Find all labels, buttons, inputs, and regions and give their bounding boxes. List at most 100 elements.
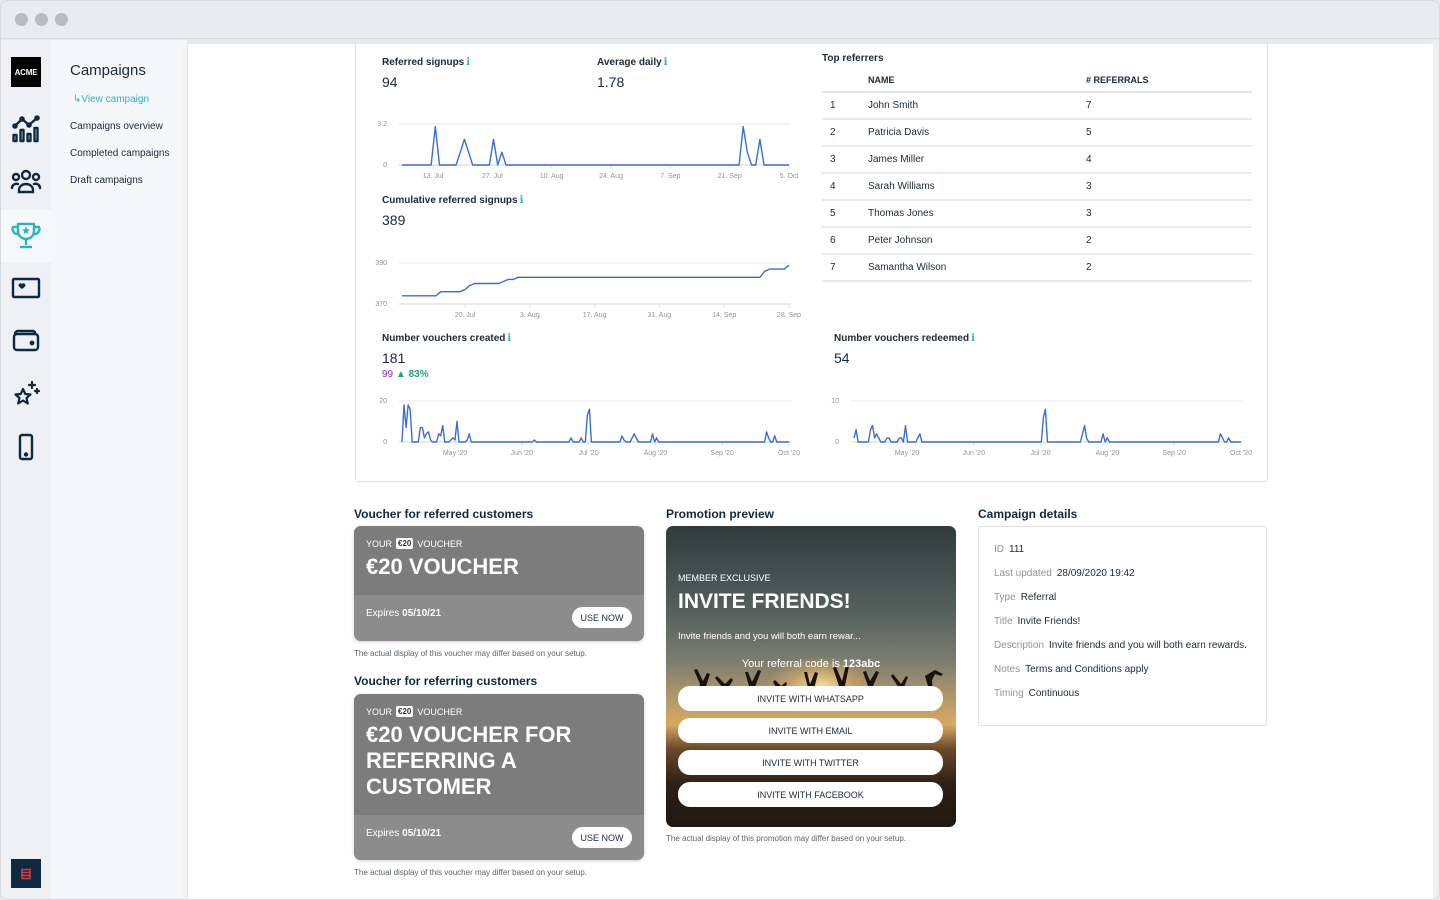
nav-campaigns[interactable] — [1, 210, 51, 262]
referred-signups-label: Referred signups i — [382, 57, 471, 68]
y-tick-label: 3.2 — [377, 121, 387, 128]
series-line — [853, 408, 1241, 443]
nav-rewards[interactable] — [1, 368, 51, 420]
average-daily-label: Average daily i — [597, 57, 668, 68]
x-tick-label: Aug '20 — [1096, 450, 1120, 457]
acme-logo[interactable]: ACME — [11, 57, 41, 87]
info-icon[interactable]: i — [664, 57, 668, 68]
x-tick-label: Sep '20 — [1162, 450, 1186, 457]
referral-code: Your referral code is 123abc — [741, 658, 881, 670]
heart-card-icon — [11, 277, 41, 299]
title-bar — [1, 1, 1439, 39]
page-scrollbar[interactable] — [1433, 40, 1439, 899]
table-row[interactable]: 7 Samantha Wilson 2 — [822, 254, 1252, 282]
voucher-pre-suffix: VOUCHER — [417, 538, 463, 549]
table-row[interactable]: 5 Thomas Jones 3 — [822, 200, 1252, 228]
use-now-button[interactable]: USE NOW — [572, 607, 632, 628]
x-tick-label: 14. Sep — [712, 312, 736, 319]
top-referrers: Top referrers NAME # REFERRALS 1 John Smi… — [822, 53, 1252, 282]
promotion-headline: INVITE FRIENDS! — [678, 590, 851, 613]
x-tick-label: 5. Oct — [780, 173, 799, 180]
nav-analytics[interactable] — [1, 103, 51, 155]
use-now-button[interactable]: USE NOW — [572, 827, 632, 848]
vouchers-created-value: 181 — [382, 350, 406, 366]
name-cell: Peter Johnson — [868, 227, 1086, 255]
rank-cell: 5 — [822, 200, 868, 228]
chat-button[interactable] — [11, 859, 41, 888]
x-tick-label: 28. Sep — [777, 312, 801, 319]
info-icon[interactable]: i — [971, 333, 975, 344]
table-row[interactable]: 2 Patricia Davis 5 — [822, 119, 1252, 147]
nav-cards[interactable] — [1, 262, 51, 314]
referred-signups-chart: 0 3.2 13. Jul 27. Jul 10. Aug 24. Aug 7. Sep 21… — [377, 121, 799, 180]
y-tick-label: 0 — [383, 439, 387, 446]
x-tick-label: Jul '20 — [1031, 450, 1051, 457]
x-tick-label: 3. Aug — [520, 312, 540, 319]
voucher-value-pill: €20 — [396, 538, 414, 549]
voucher-pre-suffix: VOUCHER — [417, 706, 463, 717]
name-cell: Samantha Wilson — [868, 254, 1086, 282]
minimize-window-button[interactable] — [35, 13, 48, 26]
table-row[interactable]: 6 Peter Johnson 2 — [822, 227, 1252, 255]
subnav-title: Campaigns — [70, 62, 146, 79]
detail-value: Invite friends and you will both earn re… — [1049, 640, 1247, 651]
series-line — [402, 125, 789, 166]
detail-key: ID — [994, 544, 1004, 555]
campaigns-subnav: Campaigns ↳View campaign Campaigns overv… — [51, 40, 187, 899]
detail-row: Timing Continuous — [994, 688, 1079, 699]
info-icon[interactable]: i — [507, 333, 511, 344]
nav-wallet[interactable] — [1, 314, 51, 366]
table-row[interactable]: 3 James Miller 4 — [822, 146, 1252, 174]
x-tick-label: May '20 — [895, 450, 919, 457]
rank-cell: 6 — [822, 227, 868, 255]
maximize-window-button[interactable] — [55, 13, 68, 26]
name-cell: Patricia Davis — [868, 119, 1086, 147]
table-row[interactable]: 1 John Smith 7 — [822, 92, 1252, 120]
subnav-campaigns-overview[interactable]: Campaigns overview — [70, 121, 163, 132]
app-window: ACME Campaigns ↳View campaign Campaigns … — [0, 0, 1440, 900]
detail-key: Description — [994, 640, 1045, 651]
rank-cell: 3 — [822, 146, 868, 174]
info-icon[interactable]: i — [466, 57, 470, 68]
detail-row: ID 111 — [994, 544, 1024, 555]
referrals-cell: 5 — [1086, 119, 1252, 147]
cumulative-signups-value: 389 — [382, 212, 406, 228]
col-referrals[interactable]: # REFERRALS — [1086, 75, 1252, 93]
close-window-button[interactable] — [15, 13, 28, 26]
change-percent: 83% — [408, 369, 429, 380]
table-row[interactable]: 4 Sarah Williams 3 — [822, 173, 1252, 201]
subnav-completed-campaigns[interactable]: Completed campaigns — [70, 148, 170, 159]
rank-cell: 7 — [822, 254, 868, 282]
invite-whatsapp-button[interactable]: INVITE WITH WHATSAPP — [678, 686, 943, 711]
top-referrers-title: Top referrers — [822, 53, 884, 64]
detail-row: Type Referral — [994, 592, 1056, 603]
voucher-headline: €20 VOUCHER FOR REFERRING A CUSTOMER — [366, 722, 572, 799]
detail-value: Invite Friends! — [1017, 616, 1081, 627]
invite-email-button[interactable]: INVITE WITH EMAIL — [678, 718, 943, 743]
voucher-pre-label: YOUR — [366, 706, 393, 717]
nav-mobile[interactable] — [1, 421, 51, 473]
voucher-expiry: Expires 05/10/21 — [366, 828, 442, 839]
vouchers-redeemed-label: Number vouchers redeemed i — [834, 333, 975, 344]
voucher-footer: Expires 05/10/21 USE NOW — [354, 815, 644, 860]
promotion-description: Invite friends and you will both earn re… — [678, 631, 861, 642]
col-rank — [822, 75, 868, 93]
nav-customers[interactable] — [1, 156, 51, 208]
y-tick-label: 10 — [831, 398, 839, 405]
x-tick-label: Aug '20 — [644, 450, 668, 457]
invite-facebook-button[interactable]: INVITE WITH FACEBOOK — [678, 782, 943, 807]
subnav-view-campaign[interactable]: ↳View campaign — [73, 94, 149, 105]
x-tick-label: Oct '20 — [1230, 450, 1252, 457]
col-name[interactable]: NAME — [868, 75, 1086, 93]
referrals-cell: 4 — [1086, 146, 1252, 174]
name-cell: John Smith — [868, 92, 1086, 120]
invite-twitter-button[interactable]: INVITE WITH TWITTER — [678, 750, 943, 775]
users-icon — [10, 169, 42, 194]
subnav-draft-campaigns[interactable]: Draft campaigns — [70, 175, 143, 186]
cumulative-signups-label: Cumulative referred signups i — [382, 195, 524, 206]
referrals-cell: 3 — [1086, 200, 1252, 228]
promotion-preview-card: MEMBER EXCLUSIVE INVITE FRIENDS! Invite … — [666, 526, 956, 827]
vouchers-created-delta: 99 ▲ 83% — [382, 369, 429, 380]
previous-period-value: 99 — [382, 369, 394, 380]
info-icon[interactable]: i — [520, 195, 524, 206]
